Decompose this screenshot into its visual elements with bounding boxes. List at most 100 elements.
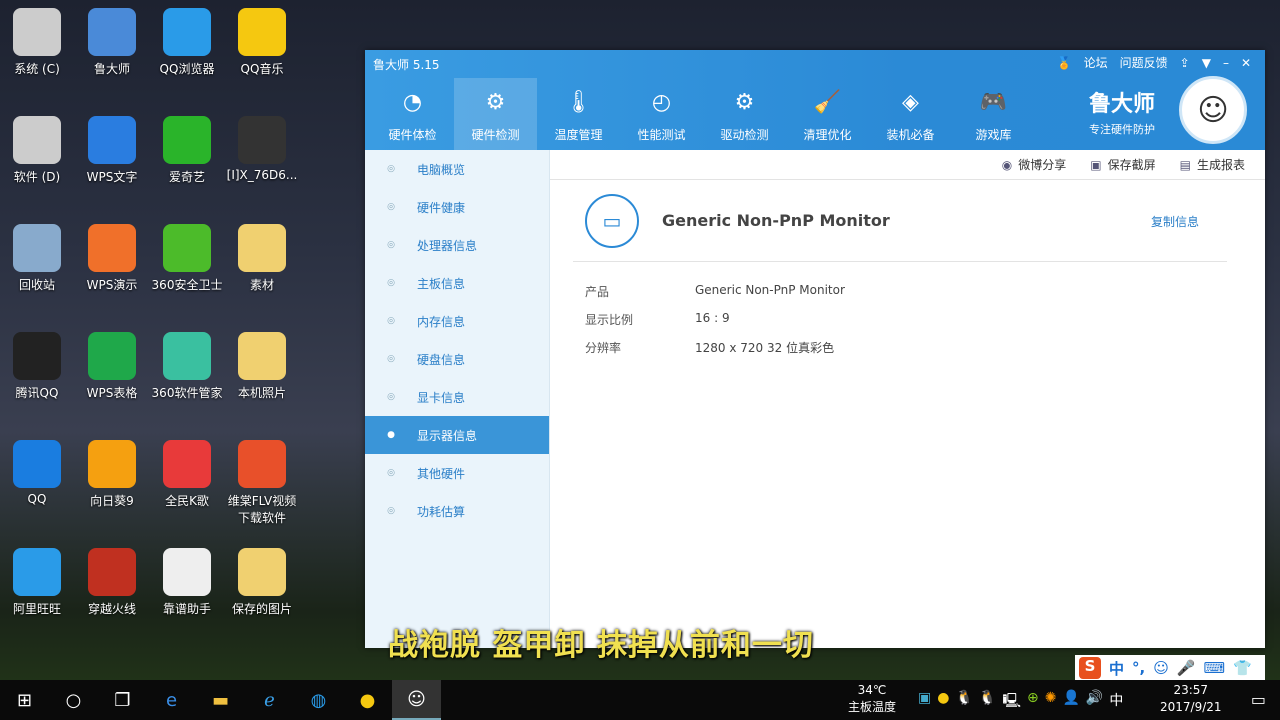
sidebar-item[interactable]: ◎ 硬件健康 — [365, 188, 549, 226]
search-icon[interactable]: ○ — [49, 680, 98, 720]
qq-tray-icon-2[interactable]: 🐧 — [979, 690, 996, 714]
sidebar-item-label: 内存信息 — [417, 314, 466, 329]
sidebar-item[interactable]: ● 显示器信息 — [365, 416, 549, 454]
sidebar-item[interactable]: ◎ 显卡信息 — [365, 378, 549, 416]
qq-browser-taskbar-icon[interactable]: ◍ — [294, 680, 343, 720]
ie-icon[interactable]: ℯ — [245, 680, 294, 720]
bullet-icon: ◎ — [387, 468, 395, 478]
desktop-icon[interactable]: 系统 (C) — [0, 8, 74, 77]
desktop-icon[interactable]: WPS表格 — [75, 332, 149, 401]
skin-icon[interactable]: 👕 — [1233, 659, 1252, 677]
medal-icon[interactable]: 🏅 — [1057, 56, 1072, 70]
qq-icon — [13, 332, 61, 380]
broom-icon: 🧹 — [813, 89, 842, 115]
desktop-icon[interactable]: 回收站 — [0, 224, 74, 293]
tool-tab[interactable]: 🧹 清理优化 — [786, 78, 869, 150]
360-tray-icon[interactable]: ⊕ — [1027, 690, 1039, 714]
window-header: 鲁大师 5.15 🏅 论坛 问题反馈 ⇪ ▼ – ✕ ◔ 硬件体检 ⚙ 硬件检测 🌡 温度… — [365, 50, 1265, 150]
tool-tab[interactable]: ⚙ 硬件检测 — [454, 78, 537, 150]
ime-punctuation[interactable]: °, — [1132, 659, 1145, 677]
qq-music-taskbar-icon[interactable]: ● — [343, 680, 392, 720]
user-tray-icon[interactable]: 👤 — [1062, 690, 1079, 714]
sidebar-item[interactable]: ◎ 功耗估算 — [365, 492, 549, 530]
desktop-icon[interactable]: WPS演示 — [75, 224, 149, 293]
desktop-icon[interactable]: WPS文字 — [75, 116, 149, 185]
desktop-icon[interactable]: 向日葵9 — [75, 440, 149, 509]
tool-tab[interactable]: ◴ 性能测试 — [620, 78, 703, 150]
desktop-icon[interactable]: 爱奇艺 — [150, 116, 224, 185]
tool-tab[interactable]: 🎮 游戏库 — [952, 78, 1035, 150]
desktop-icon[interactable]: [I]X_76D6... — [225, 116, 299, 182]
weibo-share-button[interactable]: ◉ 微博分享 — [1002, 156, 1067, 173]
desktop-icon[interactable]: 阿里旺旺 — [0, 548, 74, 617]
qq-music-tray-icon[interactable]: ● — [937, 690, 949, 714]
tool-tab[interactable]: ◈ 装机必备 — [869, 78, 952, 150]
desktop-icon[interactable]: 维棠FLV视频下载软件 — [225, 440, 299, 526]
task-view-icon[interactable]: ❐ — [98, 680, 147, 720]
forum-link[interactable]: 论坛 — [1084, 54, 1108, 71]
bullet-icon: ◎ — [387, 202, 395, 212]
copy-info-link[interactable]: 复制信息 — [1151, 213, 1199, 230]
upgrade-icon[interactable]: ⇪ — [1180, 56, 1190, 70]
desktop-icon[interactable]: QQ音乐 — [225, 8, 299, 77]
minimize-button[interactable]: – — [1223, 56, 1229, 70]
menu-icon[interactable]: ▼ — [1202, 56, 1211, 70]
desktop-icon[interactable]: 全民K歌 — [150, 440, 224, 509]
tool-tab-label: 清理优化 — [803, 128, 852, 142]
desktop-icon[interactable]: 素材 — [225, 224, 299, 293]
keyboard-icon[interactable]: ⌨ — [1204, 659, 1226, 677]
tool-tab[interactable]: ◔ 硬件体检 — [371, 78, 454, 150]
board-temperature[interactable]: 34℃ 主板温度 — [848, 682, 896, 716]
generate-report-button[interactable]: ▤ 生成报表 — [1180, 156, 1245, 173]
tool-tab-label: 装机必备 — [886, 128, 935, 142]
desktop-icon[interactable]: 360软件管家 — [150, 332, 224, 401]
desktop-icon[interactable]: 鲁大师 — [75, 8, 149, 77]
sidebar-item[interactable]: ◎ 主板信息 — [365, 264, 549, 302]
sunflower-tray-icon[interactable]: ✺ — [1045, 690, 1057, 714]
brand-slogan: 专注硬件防护 — [1088, 123, 1155, 136]
desktop-icon-label: QQ — [27, 492, 47, 506]
tool-tab[interactable]: ⚙ 驱动检测 — [703, 78, 786, 150]
ludashi-taskbar-icon[interactable]: ☺ — [392, 680, 441, 720]
emoji-icon[interactable]: ☺ — [1153, 659, 1169, 677]
desktop-icon[interactable]: 穿越火线 — [75, 548, 149, 617]
sidebar-item[interactable]: ◎ 其他硬件 — [365, 454, 549, 492]
volume-icon[interactable]: 🔊 — [1086, 690, 1103, 714]
sunflower-icon — [88, 440, 136, 488]
tool-tab-label: 硬件体检 — [388, 128, 437, 142]
desktop-icon[interactable]: 软件 (D) — [0, 116, 74, 185]
clock[interactable]: 23:57 2017/9/21 — [1160, 682, 1222, 716]
sidebar-item[interactable]: ◎ 电脑概览 — [365, 150, 549, 188]
desktop-icon[interactable]: 360安全卫士 — [150, 224, 224, 293]
action-center-icon[interactable]: ▭ — [1251, 690, 1266, 709]
microphone-icon[interactable]: 🎤 — [1177, 659, 1196, 677]
edge-icon[interactable]: e — [147, 680, 196, 720]
sidebar-item[interactable]: ◎ 硬盘信息 — [365, 340, 549, 378]
ime-language[interactable]: 中 — [1109, 658, 1124, 679]
desktop-icon[interactable]: 保存的图片 — [225, 548, 299, 617]
ime-indicator[interactable]: 中 — [1109, 690, 1123, 714]
sidebar-item[interactable]: ◎ 处理器信息 — [365, 226, 549, 264]
ludashi-tray-icon[interactable]: ▣ — [918, 690, 931, 714]
desktop-icon[interactable]: QQ — [0, 440, 74, 506]
save-screenshot-button[interactable]: ▣ 保存截屏 — [1090, 156, 1155, 173]
ime-toolbar: S 中 °, ☺ 🎤 ⌨ 👕 — [1075, 655, 1265, 681]
network-icon[interactable]: 🖳 — [1002, 690, 1021, 714]
file-explorer-icon[interactable]: ▬ — [196, 680, 245, 720]
desktop-icon[interactable]: 腾讯QQ — [0, 332, 74, 401]
qq-tray-icon[interactable]: 🐧 — [955, 690, 972, 714]
desktop-icon-label: 保存的图片 — [231, 602, 292, 616]
desktop-icon[interactable]: 靠谱助手 — [150, 548, 224, 617]
mascot-avatar[interactable]: ☺ — [1179, 76, 1247, 144]
close-button[interactable]: ✕ — [1241, 56, 1251, 70]
feedback-link[interactable]: 问题反馈 — [1120, 54, 1168, 71]
sidebar-item[interactable]: ◎ 内存信息 — [365, 302, 549, 340]
desktop-icon[interactable]: 本机照片 — [225, 332, 299, 401]
tool-tab[interactable]: 🌡 温度管理 — [537, 78, 620, 150]
desktop-icon[interactable]: QQ浏览器 — [150, 8, 224, 77]
sogou-icon[interactable]: S — [1079, 657, 1101, 679]
action-bar: ◉ 微博分享 ▣ 保存截屏 ▤ 生成报表 — [550, 150, 1265, 180]
cube-icon: ◈ — [902, 89, 919, 115]
start-button[interactable]: ⊞ — [0, 680, 49, 720]
info-key: 产品 — [585, 285, 610, 299]
